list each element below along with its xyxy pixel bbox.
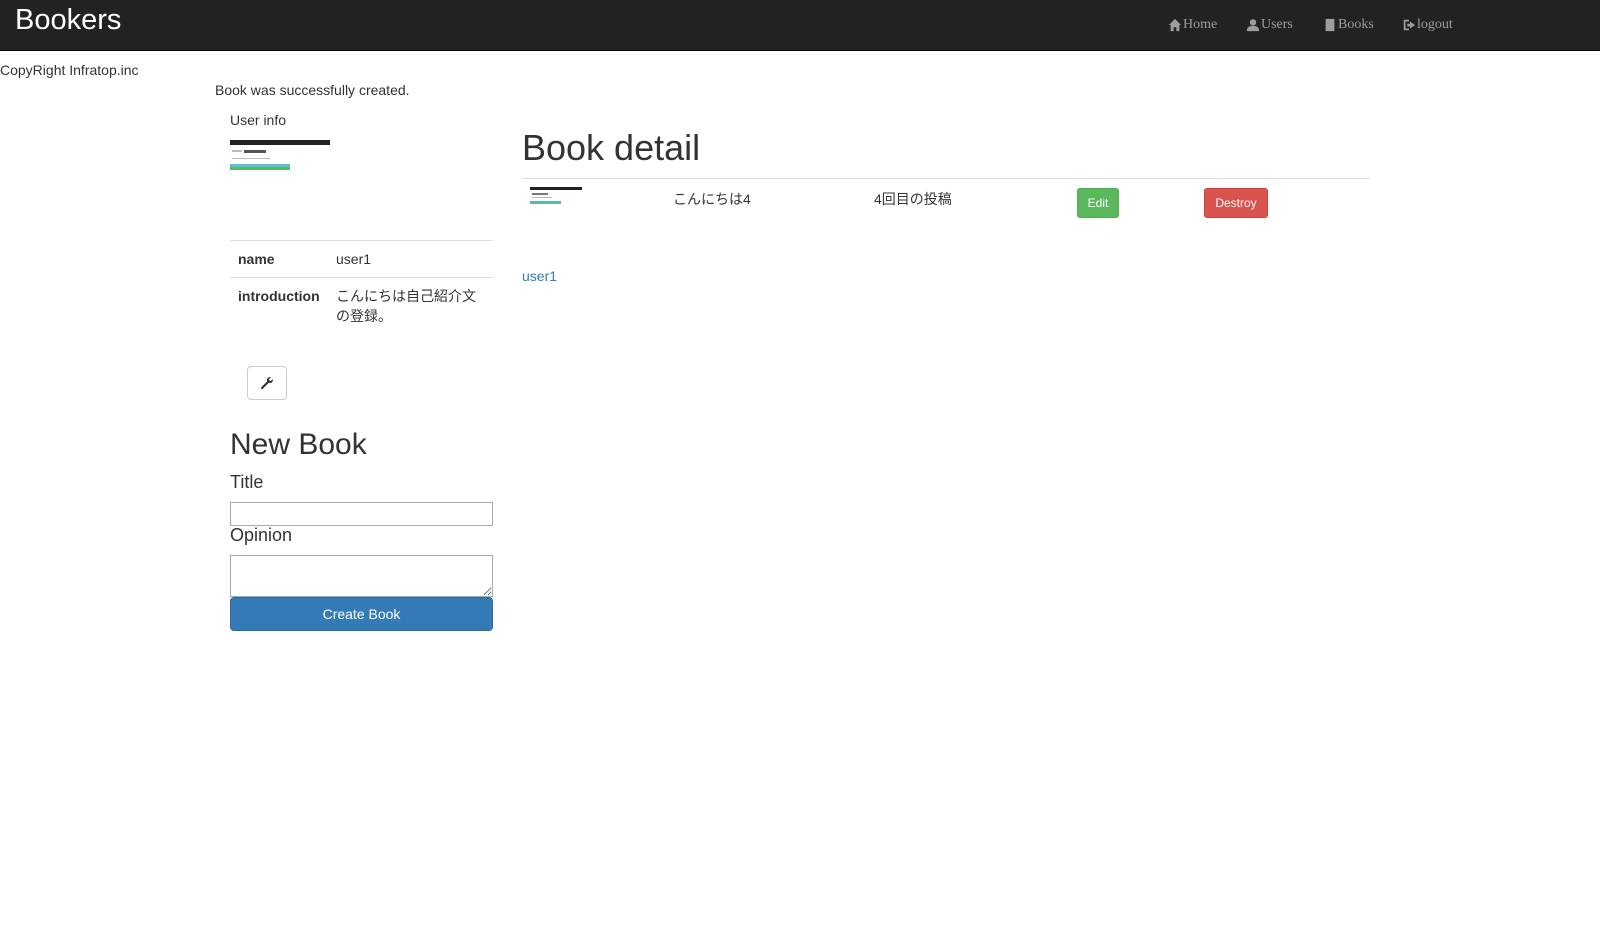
- book-opinion: 4回目の投稿: [874, 191, 952, 207]
- wrench-icon: [260, 377, 273, 390]
- logout-icon: [1403, 19, 1416, 31]
- edit-button[interactable]: Edit: [1077, 188, 1119, 218]
- flash-notice: Book was successfully created.: [215, 82, 410, 98]
- nav-books-label: Books: [1338, 17, 1374, 32]
- brand-logo[interactable]: Bookers: [15, 4, 121, 37]
- nav-users[interactable]: Users: [1246, 17, 1293, 33]
- opinion-input[interactable]: [230, 555, 493, 597]
- destroy-button[interactable]: Destroy: [1204, 188, 1268, 218]
- create-book-button[interactable]: Create Book: [230, 597, 493, 631]
- user-icon: [1246, 19, 1260, 32]
- name-value: user1: [328, 240, 493, 278]
- divider: [522, 178, 1370, 179]
- opinion-label: Opinion: [230, 525, 293, 545]
- book-title: こんにちは4: [673, 191, 751, 207]
- title-label: Title: [230, 472, 264, 492]
- nav-home[interactable]: Home: [1168, 17, 1217, 33]
- navbar: Bookers Home Users Books logout: [0, 0, 1600, 51]
- table-row: name user1: [230, 240, 493, 278]
- nav-users-label: Users: [1261, 17, 1293, 32]
- table-row: introduction こんにちは自己紹介文の登録。: [230, 277, 493, 334]
- user-info-table: name user1 introduction こんにちは自己紹介文の登録。: [230, 240, 493, 334]
- book-user-image[interactable]: [530, 187, 582, 207]
- user-link[interactable]: user1: [522, 268, 557, 284]
- profile-image: [230, 140, 330, 174]
- new-book-heading: New Book: [230, 428, 367, 461]
- edit-user-button[interactable]: [247, 366, 287, 400]
- nav-logout-label: logout: [1417, 17, 1453, 32]
- name-key: name: [230, 240, 328, 278]
- introduction-value: こんにちは自己紹介文の登録。: [328, 277, 493, 334]
- nav-logout[interactable]: logout: [1402, 17, 1453, 33]
- book-icon: [1325, 18, 1335, 32]
- user-info-label: User info: [230, 112, 287, 128]
- title-input[interactable]: [230, 502, 493, 526]
- nav-home-label: Home: [1183, 17, 1218, 32]
- copyright-text: CopyRight Infratop.inc: [0, 62, 139, 78]
- introduction-key: introduction: [230, 277, 328, 334]
- nav-books[interactable]: Books: [1323, 17, 1374, 33]
- page-title: Book detail: [522, 127, 701, 168]
- home-icon: [1168, 18, 1182, 32]
